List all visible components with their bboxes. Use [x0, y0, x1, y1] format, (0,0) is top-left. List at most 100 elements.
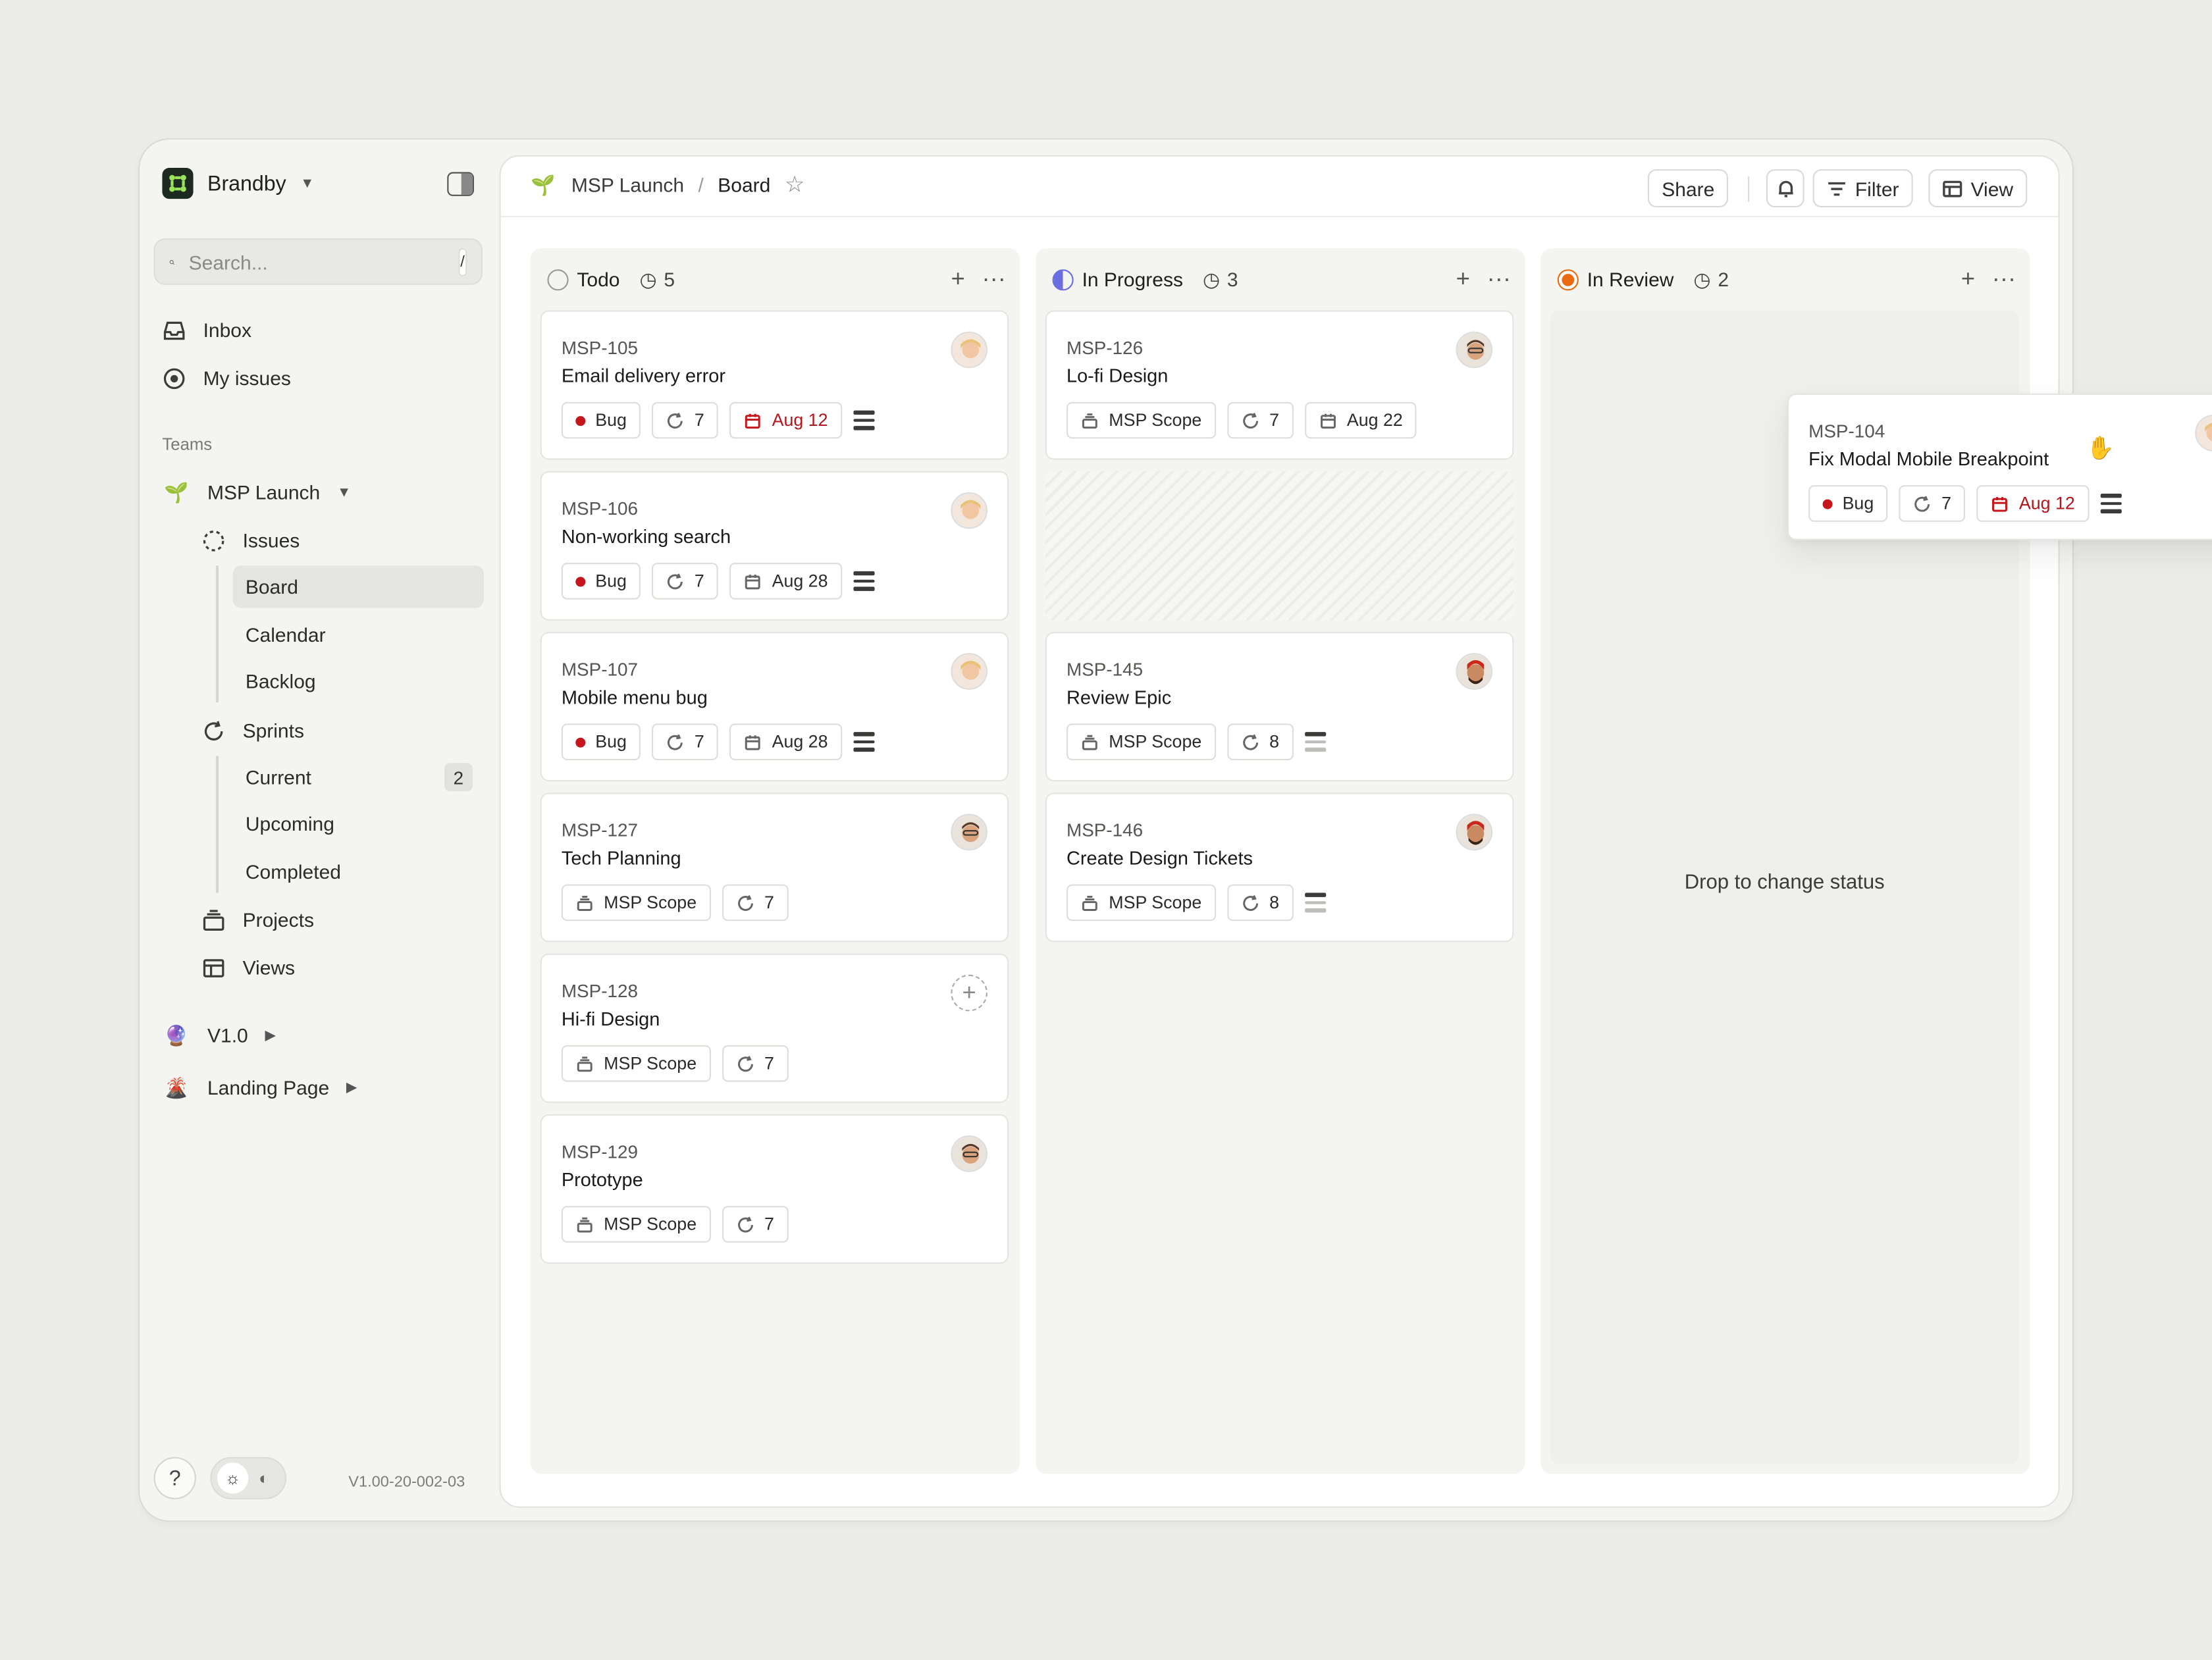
avatar[interactable] — [951, 814, 988, 851]
project-chip[interactable]: MSP Scope — [561, 1206, 711, 1243]
cycle-chip[interactable]: 7 — [652, 563, 719, 600]
tree-line — [215, 756, 219, 893]
search-box[interactable]: / — [153, 238, 483, 285]
sidebar-toggle-icon[interactable] — [447, 172, 474, 196]
stack-icon — [577, 895, 592, 910]
sidebar-item-calendar[interactable]: Calendar — [233, 613, 484, 656]
avatar[interactable] — [1456, 814, 1493, 851]
team-msp-launch[interactable]: 🌱 MSP Launch ▼ — [162, 475, 351, 509]
more-icon[interactable]: ··· — [1487, 265, 1511, 294]
cycle-chip[interactable]: 7 — [1226, 402, 1294, 439]
theme-toggle[interactable]: ☼ ◐ — [210, 1457, 286, 1499]
filter-button[interactable]: Filter — [1812, 169, 1913, 207]
priority-high-icon[interactable] — [853, 733, 875, 752]
label-chip[interactable]: Bug — [1808, 485, 1888, 522]
help-button[interactable]: ? — [153, 1457, 196, 1499]
sidebar-item-label: My issues — [203, 367, 291, 390]
star-icon[interactable]: ☆ — [785, 170, 805, 199]
due-date-chip[interactable]: Aug 28 — [729, 723, 842, 760]
avatar[interactable] — [1456, 653, 1493, 690]
add-icon[interactable]: + — [951, 265, 964, 294]
add-icon[interactable]: + — [1961, 265, 1975, 294]
project-chip[interactable]: MSP Scope — [561, 1045, 711, 1082]
bug-dot-icon — [575, 576, 586, 586]
issue-card[interactable]: MSP-128 Hi-fi Design + MSP Scope 7 — [540, 953, 1009, 1103]
sidebar-item-completed[interactable]: Completed — [233, 850, 484, 893]
breadcrumb-separator: / — [698, 173, 704, 196]
issue-key: MSP-106 — [561, 498, 639, 519]
issue-card[interactable]: MSP-107 Mobile menu bug Bug 7 Aug 28 — [540, 632, 1009, 782]
chip-text: 7 — [1269, 410, 1280, 430]
label-chip[interactable]: Bug — [561, 402, 641, 439]
sun-icon[interactable]: ☼ — [217, 1463, 249, 1494]
avatar[interactable] — [2195, 415, 2212, 452]
sidebar-footer: ? ☼ ◐ — [153, 1457, 286, 1499]
breadcrumb-team[interactable]: MSP Launch — [571, 174, 684, 196]
due-date-chip[interactable]: Aug 12 — [1976, 485, 2090, 522]
sidebar-item-sprints[interactable]: Sprints — [201, 713, 304, 747]
more-icon[interactable]: ··· — [982, 265, 1005, 294]
workspace-switcher[interactable]: Brandby ▼ — [162, 167, 314, 199]
due-date-chip[interactable]: Aug 12 — [729, 402, 842, 439]
tree-line — [215, 565, 219, 703]
notifications-button[interactable] — [1766, 169, 1804, 207]
priority-urgent-icon[interactable] — [2100, 494, 2122, 513]
team-v1[interactable]: 🔮 V1.0 ▶ — [162, 1018, 276, 1052]
share-button[interactable]: Share — [1647, 169, 1729, 207]
stack-icon — [577, 1056, 592, 1072]
issue-card[interactable]: MSP-126 Lo-fi Design MSP Scope 7 Aug 22 — [1045, 310, 1514, 460]
cycle-chip[interactable]: 7 — [722, 884, 789, 921]
sprout-icon: 🌱 — [164, 480, 189, 503]
sidebar-item-backlog[interactable]: Backlog — [233, 660, 484, 702]
sidebar-item-upcoming[interactable]: Upcoming — [233, 802, 484, 844]
project-chip[interactable]: MSP Scope — [1066, 402, 1216, 439]
avatar[interactable] — [951, 653, 988, 690]
label-chip[interactable]: Bug — [561, 563, 641, 600]
search-input[interactable] — [188, 250, 444, 273]
label-chip[interactable]: Bug — [561, 723, 641, 760]
avatar[interactable] — [951, 492, 988, 529]
dragging-issue-card[interactable]: MSP-104 Fix Modal Mobile Breakpoint Bug … — [1787, 393, 2212, 540]
cycle-chip[interactable]: 7 — [652, 402, 719, 439]
moon-icon[interactable]: ◐ — [248, 1463, 279, 1493]
chip-text: Aug 28 — [772, 732, 828, 752]
assign-icon[interactable]: + — [951, 974, 988, 1012]
cycle-chip[interactable]: 7 — [1899, 485, 1966, 522]
due-date-chip[interactable]: Aug 28 — [729, 563, 842, 600]
issue-card[interactable]: MSP-106 Non-working search Bug 7 Aug 28 — [540, 471, 1009, 621]
project-chip[interactable]: MSP Scope — [561, 884, 711, 921]
cycle-chip[interactable]: 7 — [722, 1206, 789, 1243]
avatar[interactable] — [1456, 331, 1493, 369]
sidebar-item-issues[interactable]: Issues — [201, 523, 300, 557]
team-landing-page[interactable]: 🌋 Landing Page ▶ — [162, 1070, 357, 1104]
sidebar-item-my-issues[interactable]: My issues — [162, 361, 291, 395]
issue-card[interactable]: MSP-129 Prototype MSP Scope 7 — [540, 1114, 1009, 1264]
chip-text: 7 — [764, 893, 774, 913]
avatar[interactable] — [951, 1135, 988, 1172]
more-icon[interactable]: ··· — [1992, 265, 2016, 294]
priority-low-icon[interactable] — [1304, 893, 1326, 912]
issue-key: MSP-129 — [561, 1141, 639, 1162]
avatar[interactable] — [951, 331, 988, 369]
due-date-chip[interactable]: Aug 22 — [1304, 402, 1417, 439]
sidebar-item-current[interactable]: Current 2 — [233, 756, 484, 798]
priority-high-icon[interactable] — [853, 571, 875, 590]
cycle-chip[interactable]: 7 — [722, 1045, 789, 1082]
sidebar-item-board[interactable]: Board — [232, 565, 484, 608]
cycle-chip[interactable]: 8 — [1226, 723, 1294, 760]
issue-card[interactable]: MSP-105 Email delivery error Bug 7 Aug 1… — [540, 310, 1009, 460]
priority-low-icon[interactable] — [1304, 733, 1326, 752]
issue-card[interactable]: MSP-127 Tech Planning MSP Scope 7 — [540, 792, 1009, 943]
sidebar-item-inbox[interactable]: Inbox — [162, 313, 251, 347]
sidebar-item-projects[interactable]: Projects — [201, 902, 314, 936]
sidebar-item-views[interactable]: Views — [201, 950, 295, 984]
add-icon[interactable]: + — [1456, 265, 1470, 294]
view-button[interactable]: View — [1928, 169, 2028, 207]
cycle-chip[interactable]: 8 — [1226, 884, 1294, 921]
cycle-chip[interactable]: 7 — [652, 723, 719, 760]
issue-card[interactable]: MSP-146 Create Design Tickets MSP Scope … — [1045, 792, 1514, 943]
issue-card[interactable]: MSP-145 Review Epic MSP Scope 8 — [1045, 632, 1514, 782]
project-chip[interactable]: MSP Scope — [1066, 884, 1216, 921]
priority-urgent-icon[interactable] — [853, 411, 875, 430]
project-chip[interactable]: MSP Scope — [1066, 723, 1216, 760]
